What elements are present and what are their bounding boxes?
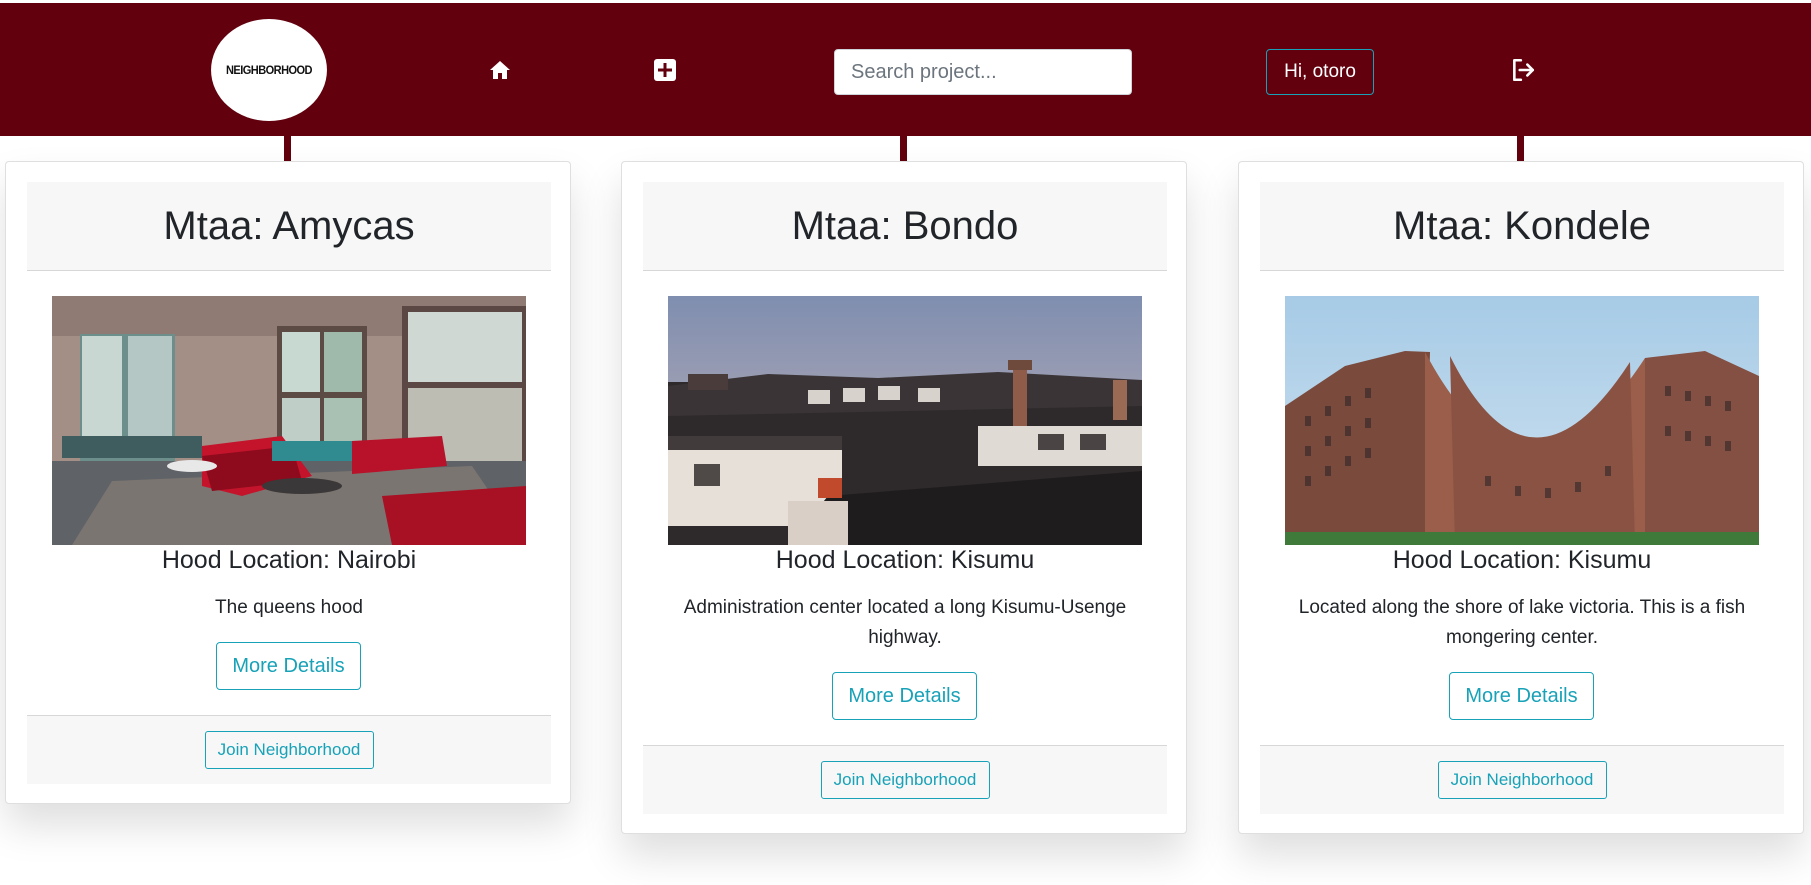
hood-location: Hood Location: Nairobi xyxy=(161,546,417,574)
more-details-button[interactable]: More Details xyxy=(1449,672,1594,720)
join-neighborhood-button[interactable]: Join Neighborhood xyxy=(204,731,374,769)
card-connector xyxy=(1517,136,1524,161)
navbar: NEIGHBORHOOD Hi, otoro xyxy=(0,3,1811,136)
search-input[interactable] xyxy=(834,49,1132,95)
plus-square-icon[interactable] xyxy=(653,58,677,82)
neighborhood-card: Mtaa: Bondo Hood Location: Kisumu Admini… xyxy=(621,161,1187,834)
hood-location: Hood Location: Kisumu xyxy=(1392,546,1652,574)
join-neighborhood-button[interactable]: Join Neighborhood xyxy=(1437,761,1607,799)
neighborhood-card: Mtaa: Amycas Hood Location: Nairobi The … xyxy=(5,161,571,804)
card-header: Mtaa: Bondo xyxy=(643,182,1167,271)
card-footer: Join Neighborhood xyxy=(27,715,551,784)
join-neighborhood-button[interactable]: Join Neighborhood xyxy=(820,761,990,799)
user-greeting-button[interactable]: Hi, otoro xyxy=(1266,49,1374,95)
card-connector xyxy=(284,136,291,161)
sign-out-icon[interactable] xyxy=(1510,57,1536,83)
hood-description: Located along the shore of lake victoria… xyxy=(1298,597,1746,648)
hood-location: Hood Location: Kisumu xyxy=(775,546,1035,574)
card-connector xyxy=(900,136,907,161)
neighborhood-image xyxy=(1285,296,1759,545)
card-title: Mtaa: Bondo xyxy=(791,203,1019,248)
neighborhood-card: Mtaa: Kondele Hood Location: Kisumu Loca… xyxy=(1238,161,1804,834)
card-title: Mtaa: Amycas xyxy=(163,203,415,248)
hood-description: The queens hood xyxy=(215,597,363,618)
more-details-button[interactable]: More Details xyxy=(832,672,977,720)
card-footer: Join Neighborhood xyxy=(1260,745,1784,814)
card-title: Mtaa: Kondele xyxy=(1393,203,1651,248)
hood-description: Administration center located a long Kis… xyxy=(683,597,1127,648)
neighborhood-image xyxy=(668,296,1142,545)
home-icon[interactable] xyxy=(488,58,512,82)
card-header: Mtaa: Amycas xyxy=(27,182,551,271)
card-footer: Join Neighborhood xyxy=(643,745,1167,814)
more-details-button[interactable]: More Details xyxy=(216,642,361,690)
brand-logo-text: NEIGHBORHOOD xyxy=(225,63,313,77)
neighborhood-image xyxy=(52,296,526,545)
card-header: Mtaa: Kondele xyxy=(1260,182,1784,271)
brand-logo[interactable]: NEIGHBORHOOD xyxy=(211,19,327,121)
